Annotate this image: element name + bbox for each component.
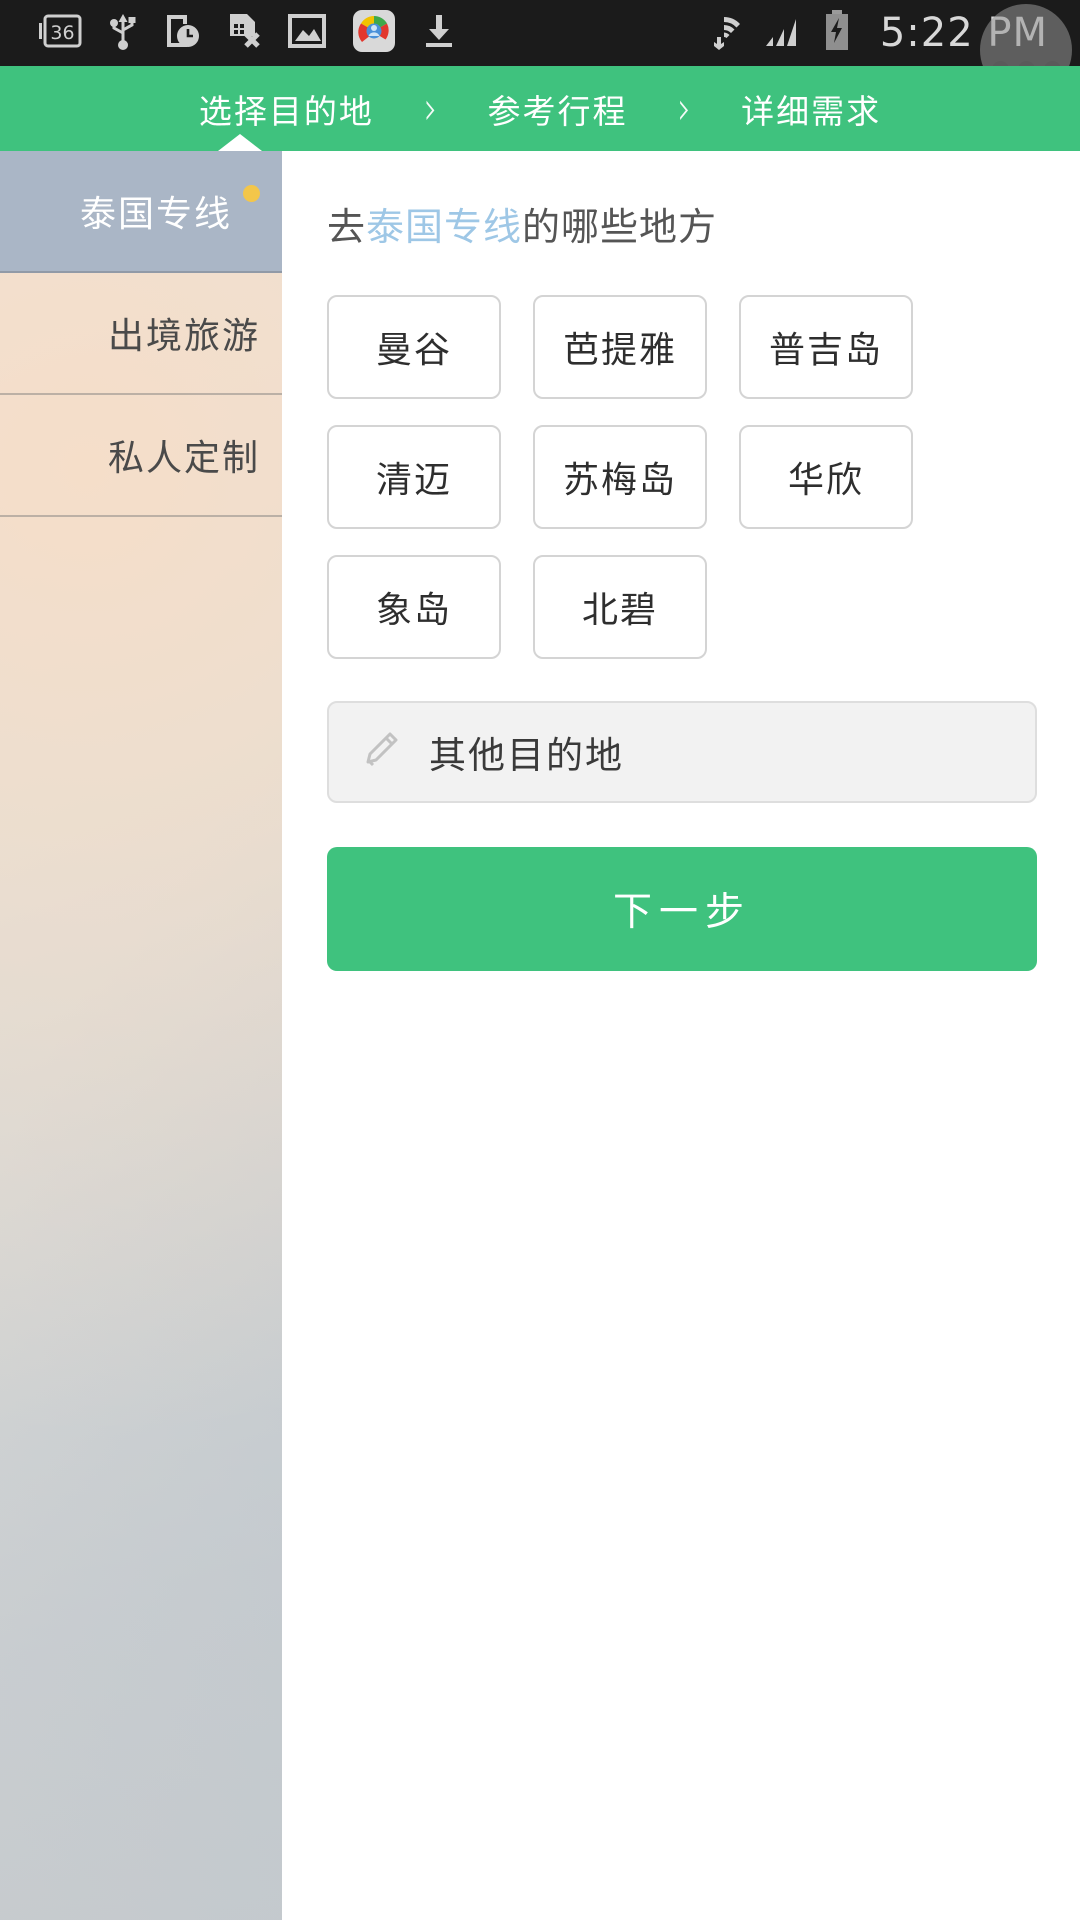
step-reference-itinerary[interactable]: 参考行程 [482,85,634,133]
destination-chip[interactable]: 芭提雅 [533,295,707,399]
step-separator-icon: › [677,81,692,136]
sim-card-error-icon [226,12,262,54]
question-highlight: 泰国专线 [366,205,523,249]
usb-icon [108,11,138,55]
sidebar-item-private-custom[interactable]: 私人定制 [0,395,282,517]
step-detailed-requirements[interactable]: 详细需求 [735,85,887,133]
destination-chip[interactable]: 清迈 [327,425,501,529]
svg-text:36: 36 [50,22,74,44]
step-select-destination[interactable]: 选择目的地 [193,85,380,133]
other-destination-label: 其他目的地 [429,734,624,777]
page-title: 去泰国专线的哪些地方 [282,151,1080,251]
category-sidebar: 泰国专线 出境旅游 私人定制 [0,151,282,1920]
destination-chip[interactable]: 北碧 [533,555,707,659]
destination-chip[interactable]: 普吉岛 [739,295,913,399]
sidebar-item-outbound-travel[interactable]: 出境旅游 [0,273,282,395]
sidebar-item-label: 泰国专线 [79,194,232,235]
status-bar-clock: 5:22 PM [879,10,1048,56]
destination-chip-grid: 曼谷 芭提雅 普吉岛 清迈 苏梅岛 华欣 象岛 北碧 [282,251,1042,659]
new-badge-dot [243,185,260,202]
sidebar-item-label: 私人定制 [107,438,260,479]
battery-36-icon: 36 [38,14,82,52]
photo-icon [288,14,326,52]
status-bar: 36 5:22 PM [0,0,1080,96]
other-destination-input[interactable]: 其他目的地 [327,701,1037,803]
active-step-pointer [218,134,262,151]
next-step-button[interactable]: 下一步 [327,847,1037,971]
step-progress-header: 选择目的地 › 参考行程 › 详细需求 [0,66,1080,151]
download-icon [422,13,456,53]
sidebar-item-label: 出境旅游 [107,316,260,357]
destination-chip[interactable]: 华欣 [739,425,913,529]
wifi-icon [704,9,744,57]
pencil-icon [357,727,403,777]
destination-chip[interactable]: 曼谷 [327,295,501,399]
status-bar-left-icons: 36 [16,9,456,57]
cellular-signal-icon [762,10,804,56]
destination-chip[interactable]: 苏梅岛 [533,425,707,529]
sidebar-item-thailand-line[interactable]: 泰国专线 [0,151,282,273]
battery-charging-icon [822,9,852,57]
destination-panel: 去泰国专线的哪些地方 曼谷 芭提雅 普吉岛 清迈 苏梅岛 华欣 象岛 北碧 其他… [282,151,1080,1920]
status-bar-right-icons: 5:22 PM [704,9,1064,57]
question-suffix: 的哪些地方 [522,205,718,249]
step-separator-icon: › [423,81,438,136]
browser-app-icon [352,9,396,57]
device-clock-icon [164,12,200,54]
question-prefix: 去 [327,205,367,249]
screen-body: 泰国专线 出境旅游 私人定制 去泰国专线的哪些地方 曼谷 芭提雅 普吉岛 清迈 … [0,151,1080,1920]
destination-chip[interactable]: 象岛 [327,555,501,659]
